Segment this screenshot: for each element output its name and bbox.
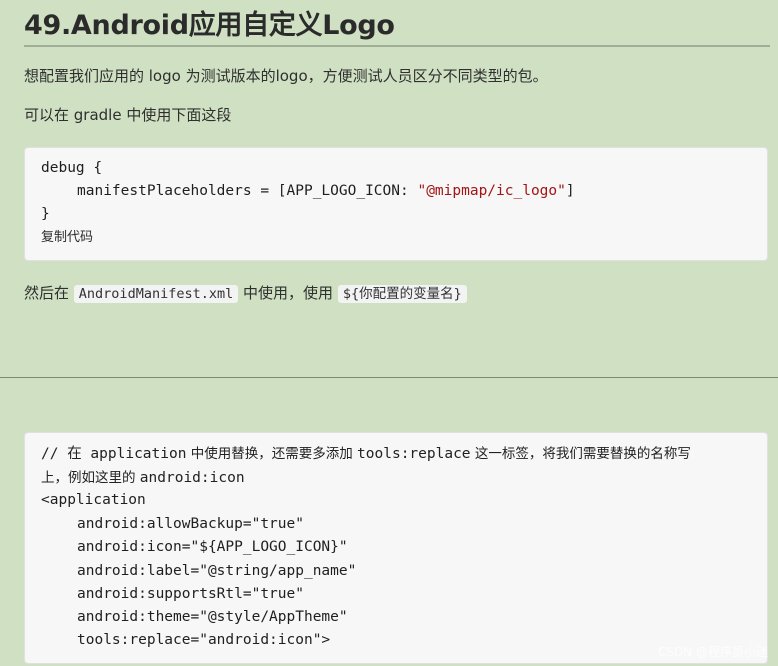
comment-code: android:icon (139, 470, 245, 486)
title-underline (24, 45, 770, 47)
horizontal-rule (0, 377, 778, 378)
manifest-code-block: // 在 application 中使用替换，还需要多添加 tools:repl… (24, 432, 768, 664)
code-comment-line: // 在 application 中使用替换，还需要多添加 tools:repl… (41, 443, 691, 466)
comment-code: tools:replace (357, 446, 471, 462)
code-line: debug { (41, 160, 103, 176)
manifest-text-before: 然后在 (24, 284, 70, 302)
code-line: android:label="@string/app_name" (77, 563, 357, 579)
comment-code: application (90, 446, 187, 462)
comment-text: 这一标签，将我们需要替换的名称写 (470, 446, 691, 462)
manifest-paragraph: 然后在 AndroidManifest.xml 中使用，使用 ${你配置的变量名… (24, 282, 467, 305)
inline-code-variable: ${你配置的变量名} (337, 285, 467, 303)
code-line: android:allowBackup="true" (77, 516, 304, 532)
page-title: 49.Android应用自定义Logo (24, 10, 395, 41)
code-line: <application (41, 492, 146, 508)
code-line: manifestPlaceholders = [APP_LOGO_ICON: "… (41, 180, 575, 203)
copy-code-button[interactable]: 复制代码 (41, 228, 93, 248)
comment-text: 中使用替换，还需要多添加 (186, 446, 358, 462)
comment-text: // 在 (41, 446, 91, 462)
inline-code-manifest: AndroidManifest.xml (73, 285, 239, 303)
code-line: android:icon="${APP_LOGO_ICON}" (77, 539, 348, 555)
code-line: android:supportsRtl="true" (77, 586, 304, 602)
code-line: tools:replace="android:icon"> (77, 632, 331, 648)
code-comment-line: 上，例如这里的 android:icon (41, 467, 245, 490)
code-key: manifestPlaceholders = [APP_LOGO_ICON: (77, 183, 418, 199)
csdn-watermark: CSDN @程序员小迷 (657, 645, 768, 659)
comment-text: 上，例如这里的 (41, 470, 140, 486)
code-line: android:theme="@style/AppTheme" (77, 609, 348, 625)
code-line: } (41, 206, 50, 222)
manifest-text-middle: 中使用，使用 (243, 284, 334, 302)
intro-paragraph: 想配置我们应用的 logo 为测试版本的logo，方便测试人员区分不同类型的包。 (24, 67, 548, 85)
gradle-code-block: debug { manifestPlaceholders = [APP_LOGO… (24, 147, 768, 261)
gradle-hint-paragraph: 可以在 gradle 中使用下面这段 (24, 106, 232, 124)
code-bracket: ] (565, 183, 575, 199)
code-string: "@mipmap/ic_logo" (417, 183, 566, 199)
